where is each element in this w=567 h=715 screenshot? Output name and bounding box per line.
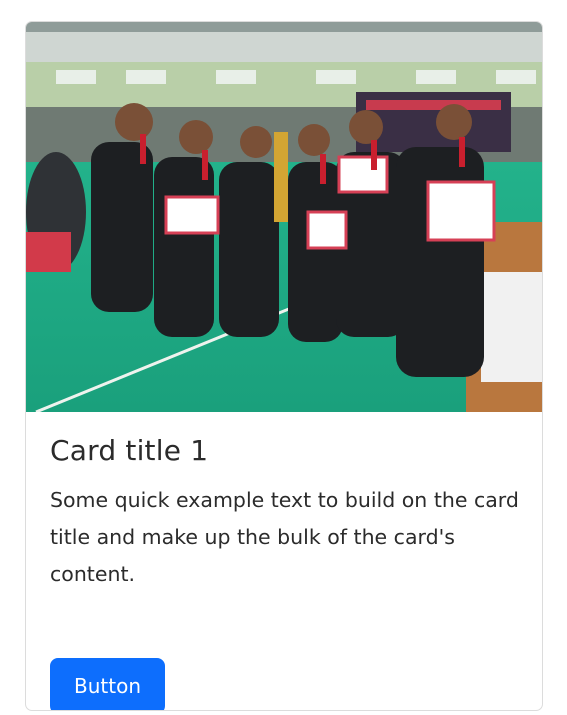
card: Card title 1 Some quick example text to … <box>25 21 543 711</box>
card-text: Some quick example text to build on the … <box>50 487 519 586</box>
card-image <box>26 22 542 412</box>
card-body: Card title 1 Some quick example text to … <box>26 412 542 710</box>
card-button[interactable]: Button <box>50 658 165 710</box>
card-title: Card title 1 <box>50 434 209 467</box>
